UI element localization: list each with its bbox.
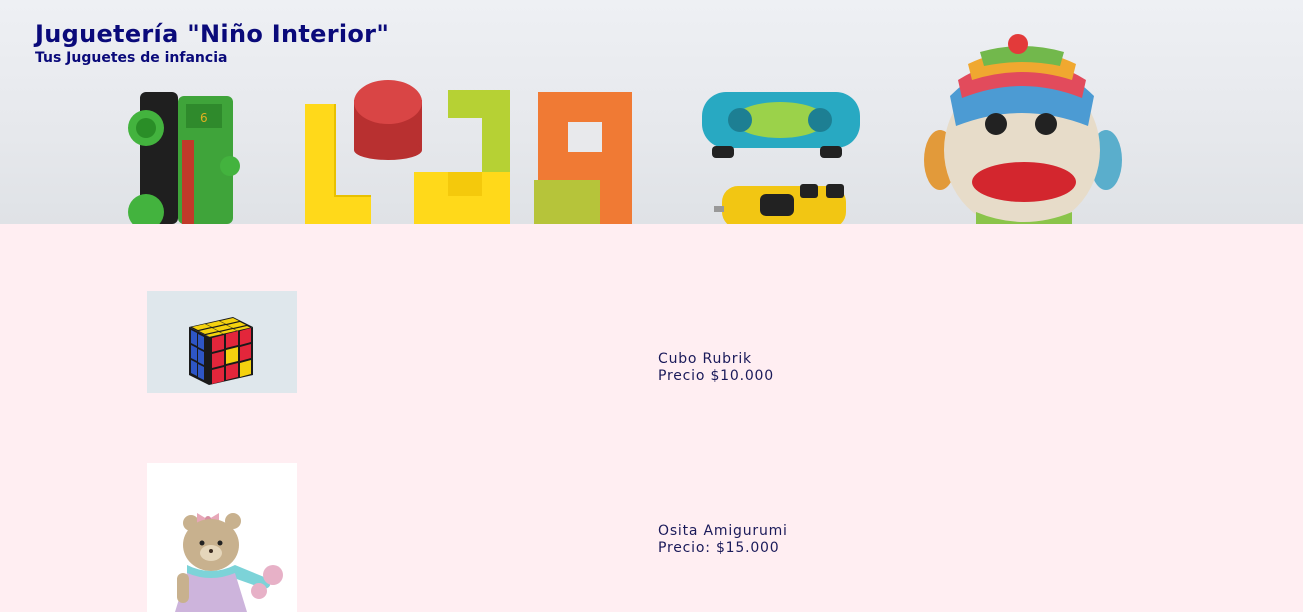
product-name: Osita Amigurumi	[658, 523, 788, 539]
product-image-amigurumi	[147, 463, 297, 612]
blue-car-icon	[702, 92, 860, 158]
site-subtitle: Tus Juguetes de infancia	[35, 50, 228, 66]
sock-monkey-icon	[924, 34, 1122, 224]
orange-block-icon	[534, 92, 632, 224]
product-name: Cubo Rubrik	[658, 351, 752, 367]
product-price: Precio $10.000	[658, 368, 774, 384]
amigurumi-bear-icon	[147, 463, 297, 612]
yellow-car-icon	[714, 184, 846, 224]
product-item: Cubo Rubrik Precio $10.000	[0, 291, 1303, 393]
product-item: Osita Amigurumi Precio: $15.000	[0, 463, 1303, 612]
train-icon: 6	[128, 92, 240, 224]
product-image-rubiks-cube	[147, 291, 297, 393]
product-price: Precio: $15.000	[658, 540, 780, 556]
svg-text:6: 6	[200, 111, 208, 125]
red-cylinder-icon	[354, 80, 422, 160]
header-banner: 6 Juguetería "Niño Interior" Tus Juguete…	[0, 0, 1303, 224]
site-title: Juguetería "Niño Interior"	[35, 20, 390, 48]
rubiks-cube-icon	[147, 291, 297, 393]
lime-block-icon	[414, 90, 510, 224]
product-info: Cubo Rubrik Precio $10.000	[658, 351, 774, 385]
product-info: Osita Amigurumi Precio: $15.000	[658, 523, 788, 557]
